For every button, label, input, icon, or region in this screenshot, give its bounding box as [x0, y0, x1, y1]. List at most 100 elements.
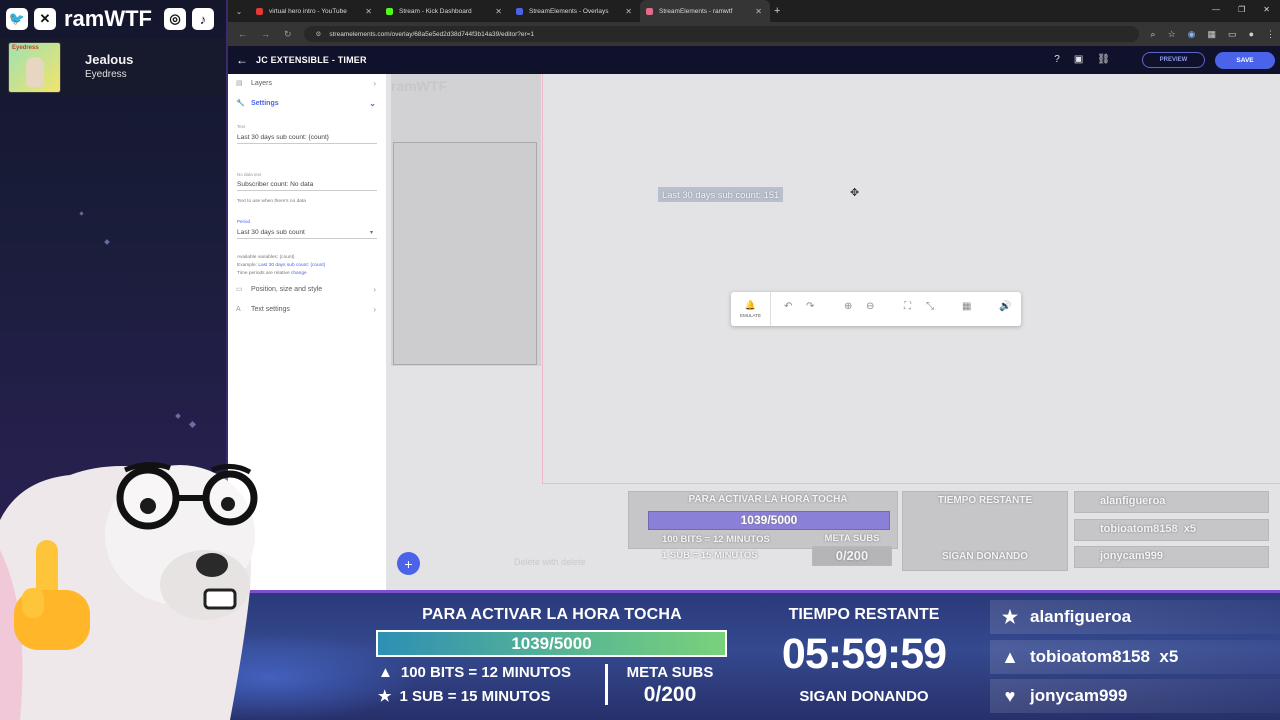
tab-label: virtual hero intro - YouTube: [269, 7, 347, 15]
x-icon: ✕: [34, 8, 56, 30]
profile-icon[interactable]: ●: [1249, 29, 1254, 40]
ghost-user-name: tobioatom8158 x5: [1100, 523, 1196, 535]
puzzle-icon[interactable]: ▦: [1208, 29, 1217, 40]
twitter-icon: 🐦: [6, 8, 28, 30]
link-icon[interactable]: ⛓: [1097, 54, 1110, 65]
menu-icon[interactable]: ⋮: [1266, 29, 1275, 40]
ghost-user-name: jonycam999: [1100, 550, 1163, 562]
emulate-button[interactable]: 🔔 EMULATE: [731, 292, 771, 326]
song-artist: Eyedress: [85, 69, 127, 80]
save-button[interactable]: SAVE: [1215, 52, 1275, 69]
url-text: streamelements.com/overlay/68a5e5ed2d38d…: [329, 30, 535, 38]
sidebar-icon[interactable]: ▭: [1228, 29, 1237, 40]
volume-icon[interactable]: 🔊: [999, 301, 1011, 312]
text-field-label: Text: [237, 124, 246, 129]
forward-icon[interactable]: →: [261, 29, 270, 40]
goal-progress-bar: 1039/5000: [376, 630, 727, 657]
timer-label: TIEMPO RESTANTE: [788, 606, 940, 623]
ghost-meta-label: META SUBS: [824, 533, 880, 544]
move-cursor-icon: ✥: [850, 187, 860, 199]
settings-label: Settings: [251, 99, 279, 107]
album-cover: Eyedress: [8, 42, 61, 93]
example-value: Last 30 days sub count: {count}: [258, 263, 326, 268]
ghost-widget: [393, 142, 537, 365]
change-link[interactable]: change: [291, 271, 307, 276]
shrink-icon[interactable]: ⤡: [926, 301, 934, 312]
browser-tab-active[interactable]: StreamElements - ramwtf ✕: [640, 0, 770, 22]
rule-sub-text: 1 SUB = 15 MINUTOS: [399, 687, 551, 705]
delete-hint: Delete with delete: [514, 557, 586, 567]
selected-text-widget[interactable]: Last 30 days sub count: 151: [658, 187, 784, 202]
tab-label: Stream - Kick Dashboard: [399, 7, 472, 15]
dropdown-arrow-icon: ▾: [369, 230, 373, 236]
text-settings-section[interactable]: A Text settings ›: [228, 300, 386, 318]
canvas-toolbar: [731, 292, 1021, 326]
maximize-icon[interactable]: ❐: [1238, 5, 1245, 14]
period-select[interactable]: Last 30 days sub count ▾: [237, 229, 377, 239]
settings-section[interactable]: 🔧 Settings ⌄: [228, 94, 386, 112]
help-icon[interactable]: ?: [1054, 54, 1060, 65]
browser-tab[interactable]: StreamElements - Overlays ✕: [510, 0, 640, 22]
webcam-feed: [0, 462, 258, 720]
recent-user-name: tobioatom8158 x5: [1030, 647, 1179, 666]
recent-user-name: alanfigueroa: [1030, 607, 1132, 626]
countdown-timer: 05:59:59: [781, 630, 947, 678]
recent-user-name: jonycam999: [1030, 686, 1128, 705]
dog-teeth: [203, 588, 237, 610]
zoom-in-icon[interactable]: ⊕: [844, 301, 852, 312]
nodata-hint: Text to use when there's no data: [237, 199, 306, 204]
add-layer-button[interactable]: +: [397, 552, 420, 575]
goal-progress-text: 1039/5000: [511, 633, 592, 653]
tab-search-icon[interactable]: ⌄: [228, 7, 250, 16]
zoom-icon[interactable]: ⌕: [1151, 29, 1156, 40]
ghost-cta: SIGAN DONANDO: [941, 551, 1029, 562]
extension-icon[interactable]: ◉: [1188, 29, 1196, 40]
call-to-action: SIGAN DONANDO: [799, 688, 929, 705]
browser-tab[interactable]: virtual hero intro - YouTube ✕: [250, 0, 380, 22]
example-hint: Example: Last 30 days sub count: {count}: [237, 263, 325, 268]
close-icon[interactable]: ✕: [495, 7, 502, 16]
chevron-right-icon: ›: [373, 78, 376, 88]
zoom-out-icon[interactable]: ⊖: [866, 301, 874, 312]
rule-sub: ★ 1 SUB = 15 MINUTOS: [378, 687, 551, 706]
sparkle-icon: [104, 239, 110, 245]
chevron-down-icon: ⌄: [369, 98, 376, 108]
site-info-icon[interactable]: ⚙: [316, 30, 322, 38]
close-icon[interactable]: ✕: [365, 7, 372, 16]
back-arrow-icon[interactable]: ←: [236, 53, 248, 67]
relative-prefix: Time periods are relative: [237, 271, 290, 276]
close-icon[interactable]: ✕: [755, 7, 762, 16]
redo-icon[interactable]: ↷: [806, 301, 814, 312]
address-bar: ← → ↻ ⚙ streamelements.com/overlay/68a5e…: [228, 22, 1280, 46]
text-icon: A: [236, 305, 241, 313]
album-figure: [26, 57, 44, 87]
close-window-icon[interactable]: ✕: [1263, 5, 1270, 14]
browser-extensions: ⌕ ☆ ◉ ▦ ▭ ● ⋮: [1151, 29, 1275, 40]
preview-button[interactable]: PREVIEW: [1142, 52, 1205, 68]
bits-triangle-icon: ▲: [378, 664, 393, 681]
wrench-icon: 🔧: [236, 100, 245, 107]
emulate-label: EMULATE: [740, 313, 761, 318]
reload-icon[interactable]: ↻: [284, 29, 292, 40]
close-icon[interactable]: ✕: [625, 7, 632, 16]
rule-bits: ▲ 100 BITS = 12 MINUTOS: [378, 664, 571, 681]
nodata-field[interactable]: Subscriber count: No data: [237, 181, 377, 191]
text-field[interactable]: Last 30 days sub count: {count}: [237, 134, 377, 144]
bookmark-star-icon[interactable]: ☆: [1168, 29, 1176, 40]
back-icon[interactable]: ←: [238, 29, 247, 40]
sparkle-icon: [175, 413, 181, 419]
undo-icon[interactable]: ↶: [784, 301, 792, 312]
layers-section[interactable]: ▤ Layers ›: [228, 74, 386, 92]
new-tab-button[interactable]: +: [774, 5, 780, 17]
sparkle-icon: [79, 211, 84, 216]
recent-user-row: ♥ jonycam999: [990, 679, 1280, 713]
window-controls: — ❐ ✕: [1212, 5, 1270, 14]
position-section[interactable]: ▭ Position, size and style ›: [228, 280, 386, 298]
grid-icon[interactable]: ▦: [962, 301, 971, 312]
monitor-icon[interactable]: ▣: [1074, 54, 1083, 65]
browser-tab[interactable]: Stream - Kick Dashboard ✕: [380, 0, 510, 22]
url-field[interactable]: ⚙ streamelements.com/overlay/68a5e5ed2d3…: [303, 26, 1139, 42]
minimize-icon[interactable]: —: [1212, 5, 1220, 14]
brand-name: ramWTF: [64, 6, 152, 31]
fit-screen-icon[interactable]: ⛶: [904, 301, 911, 312]
